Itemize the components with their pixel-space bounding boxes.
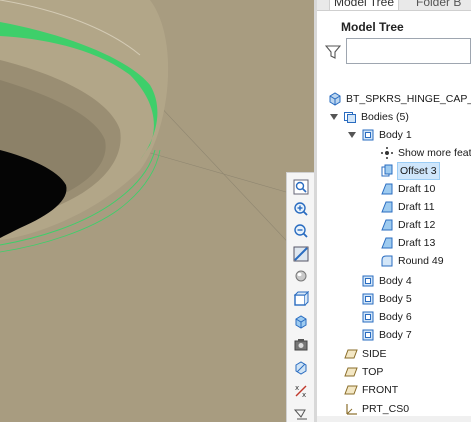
offset-feature-icon [379,163,395,179]
saved-orientations-icon[interactable] [290,289,311,309]
datum-plane-icon [343,346,359,362]
view-manager-icon[interactable] [290,312,311,332]
body-icon [360,291,376,307]
spin-center-icon[interactable] [290,358,311,378]
tree-item-label: Round 49 [398,255,444,267]
graphics-window[interactable]: xx [0,0,314,422]
expand-triangle-icon[interactable] [347,130,357,140]
tree-item-label: Bodies (5) [361,111,409,123]
datum-display-icon[interactable]: xx [290,381,311,401]
repaint-icon[interactable] [290,244,311,264]
tab-model-tree[interactable]: Model Tree [329,0,400,10]
tree-item-label: Body 6 [379,311,412,323]
draft-feature-icon [379,181,395,197]
horizontal-scrollbar[interactable] [317,416,471,422]
bodies-folder-icon [342,109,358,125]
tree-item-draft12[interactable]: Draft 12 [379,216,435,234]
tree-item-round49[interactable]: Round 49 [379,252,444,270]
tree-item-show-more[interactable]: Show more featu [379,144,471,162]
view-toolbar: xx [286,172,314,422]
panel-title: Model Tree [341,20,404,34]
tree-item-top[interactable]: TOP [343,363,383,381]
tree-item-label: Draft 11 [398,201,435,213]
tree-item-label: FRONT [362,384,399,396]
datum-plane-icon [343,364,359,380]
datum-plane-icon [343,382,359,398]
tree-item-body5[interactable]: Body 5 [360,290,412,308]
draft-feature-icon [379,199,395,215]
display-style-icon[interactable] [290,266,311,286]
tree-item-body7[interactable]: Body 7 [360,326,412,344]
tree-item-label: Draft 12 [398,219,436,231]
tree-item-draft10[interactable]: Draft 10 [379,180,435,198]
expand-triangle-icon[interactable] [329,112,339,122]
svg-text:x: x [302,391,306,399]
tab-folder-browser[interactable]: Folder B [412,0,465,10]
tree-item-draft11[interactable]: Draft 11 [379,198,435,216]
tree-item-label: Show more featu [398,147,471,159]
tree-item-label: Body 5 [379,293,412,305]
tree-item-label: Body 7 [379,329,412,341]
tree-item-body1[interactable]: Body 1 [347,126,412,144]
draft-feature-icon [379,235,395,251]
body-icon [360,127,376,143]
refit-icon[interactable] [290,177,311,197]
zoom-out-icon[interactable] [290,221,311,241]
show-more-icon [379,145,395,161]
tree-item-label: Body 4 [379,275,412,287]
filter-icon[interactable] [324,44,342,60]
tree-search-input[interactable] [346,38,471,64]
tree-item-label: PRT_CS0 [362,403,410,415]
navigator-tabs: Model Tree Folder B [317,0,471,11]
part-icon [327,91,343,107]
zoom-in-icon[interactable] [290,199,311,219]
model-3d-view[interactable] [0,0,314,422]
tree-item-side[interactable]: SIDE [343,345,387,363]
tree-item-label: Offset 3 [397,162,440,180]
tree-item-label: Body 1 [379,129,412,141]
tree-item-bodies[interactable]: Bodies (5) [329,108,409,126]
round-feature-icon [379,253,395,269]
body-icon [360,273,376,289]
body-icon [360,309,376,325]
tree-item-root[interactable]: BT_SPKRS_HINGE_CAP_P2.PRT [327,90,471,108]
tree-item-front[interactable]: FRONT [343,381,398,399]
draft-feature-icon [379,217,395,233]
tree-item-body4[interactable]: Body 4 [360,272,412,290]
tree-item-label: Draft 13 [398,237,436,249]
tree-item-label: TOP [362,366,384,378]
tree-item-offset3[interactable]: Offset 3 [379,162,440,180]
tree-item-body6[interactable]: Body 6 [360,308,412,326]
tree-item-label: BT_SPKRS_HINGE_CAP_P2.PRT [346,93,471,105]
svg-text:x: x [295,384,299,392]
tree-item-label: SIDE [362,348,387,360]
body-icon [360,327,376,343]
tree-item-label: Draft 10 [398,183,436,195]
perspective-icon[interactable] [290,335,311,355]
model-tree-panel: Model Tree Folder B Model Tree BT_SPKRS_… [317,0,471,422]
coordinate-system-icon [343,401,359,417]
tree-item-draft13[interactable]: Draft 13 [379,234,435,252]
annotation-display-icon[interactable] [290,403,311,422]
